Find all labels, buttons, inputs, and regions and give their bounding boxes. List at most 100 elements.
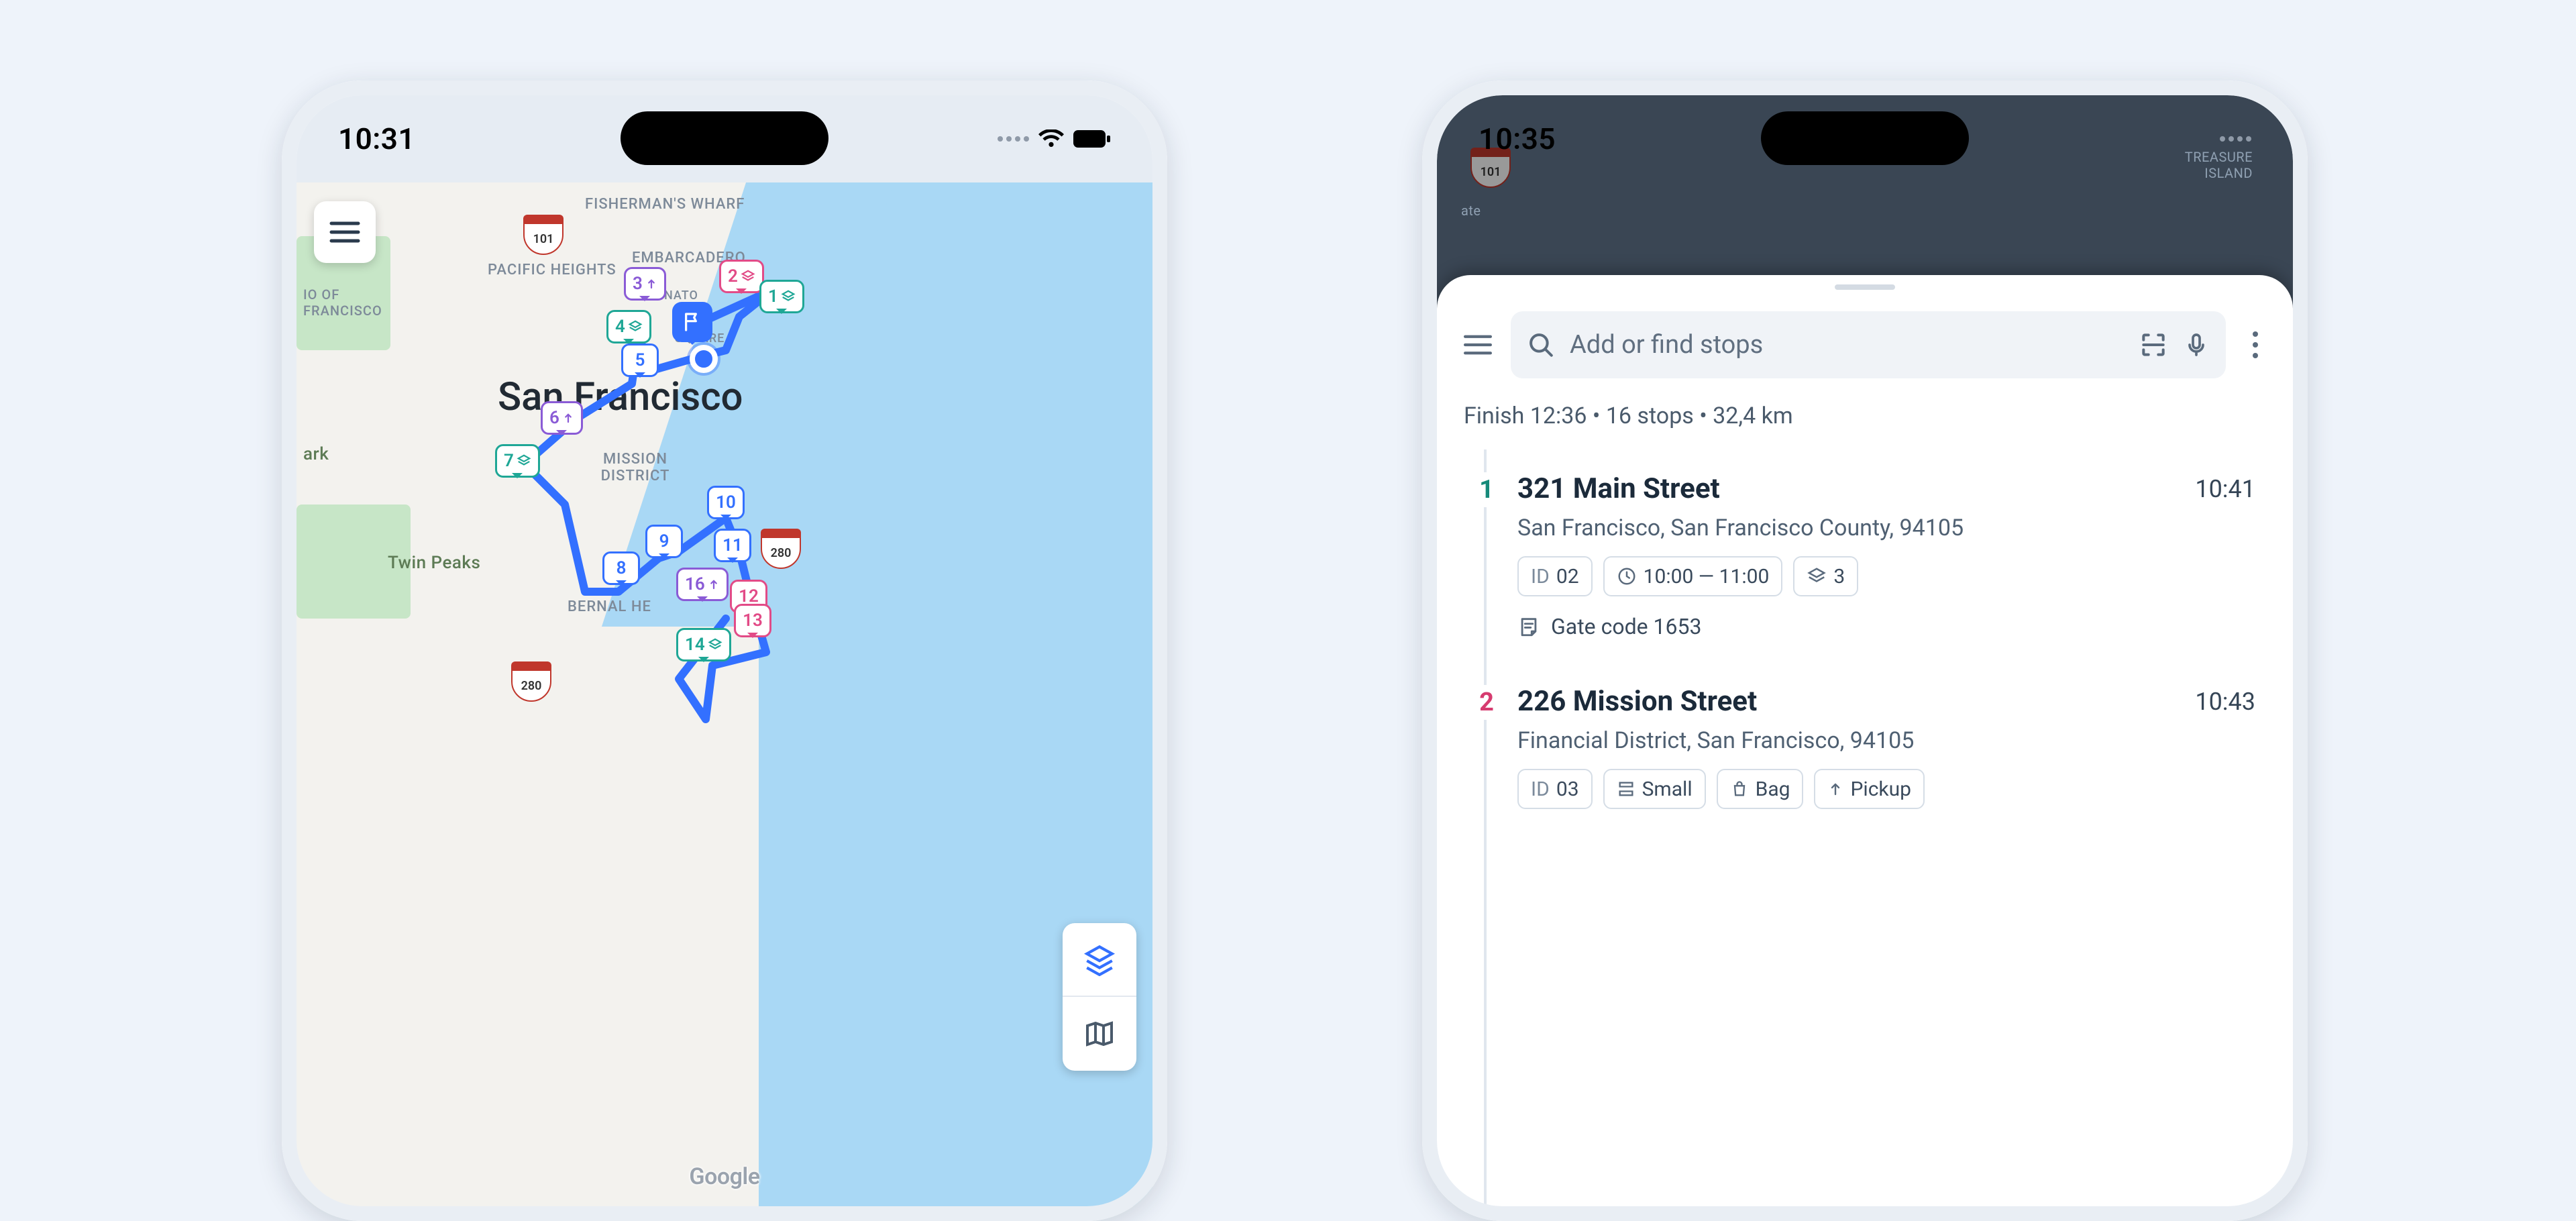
faint-label: ate — [1461, 203, 1481, 219]
pin-number: 8 — [616, 558, 627, 578]
map-pin-5[interactable]: 5 — [621, 343, 659, 377]
stop-number: 1 — [1472, 472, 1501, 507]
arrow-up-icon — [1827, 780, 1843, 798]
stop-note: Gate code 1653 — [1517, 614, 2253, 639]
layers-icon — [781, 289, 796, 304]
more-vertical-icon — [2251, 330, 2259, 360]
layers-icon — [517, 454, 531, 468]
map-pin-11[interactable]: 11 — [714, 529, 751, 562]
stops-list[interactable]: 1 321 Main Street10:41 San Francisco, San … — [1437, 449, 2293, 832]
chip-stack: 3 — [1793, 556, 1858, 596]
map-icon — [1083, 1018, 1116, 1050]
map-canvas[interactable]: FISHERMAN'S WHARF EMBARCADERO PACIFIC HE… — [297, 182, 1152, 1206]
scan-icon — [2139, 330, 2168, 360]
layers-button[interactable] — [1063, 923, 1136, 997]
search-icon — [1527, 331, 1555, 359]
chip-pickup: Pickup — [1814, 769, 1925, 809]
pin-number: 16 — [685, 574, 705, 594]
pin-number: 11 — [722, 535, 743, 555]
size-icon — [1617, 780, 1635, 798]
search-input[interactable]: Add or find stops — [1511, 311, 2226, 378]
stop-address: San Francisco, San Francisco County, 941… — [1517, 515, 2253, 541]
pin-number: 5 — [635, 350, 645, 370]
map-pin-9[interactable]: 9 — [645, 525, 683, 558]
stop-eta: 10:43 — [2195, 688, 2255, 716]
stop-address: Financial District, San Francisco, 94105 — [1517, 727, 2253, 754]
map-pin-16[interactable]: 16 — [676, 568, 729, 601]
pin-number: 9 — [659, 531, 669, 551]
chip-row: ID0210:00 — 11:003 — [1517, 556, 2253, 596]
map-pin-14[interactable]: 14 — [676, 628, 731, 661]
hood-label: IO OF FRANCISCO — [303, 286, 382, 319]
device-notch — [1761, 111, 1969, 165]
layers-icon — [1807, 566, 1827, 586]
route-summary: Finish 12:36 • 16 stops • 32,4 km — [1464, 403, 1793, 429]
pin-number: 10 — [716, 492, 736, 513]
drag-handle[interactable] — [1835, 284, 1895, 290]
hamburger-icon — [1463, 333, 1493, 356]
menu-button[interactable] — [1457, 333, 1499, 356]
search-row: Add or find stops — [1437, 305, 2293, 385]
stop-title: 321 Main Street — [1517, 472, 2253, 505]
device-notch — [621, 111, 828, 165]
battery-icon — [1073, 130, 1111, 148]
map-type-button[interactable] — [1063, 997, 1136, 1071]
status-time: 10:31 — [338, 121, 415, 156]
hood-label: FISHERMAN'S WHARF — [585, 196, 745, 213]
bottom-sheet: Add or find stops Finish 12:36 • 16 stop… — [1437, 275, 2293, 1221]
search-placeholder: Add or find stops — [1570, 330, 1763, 360]
phone-list-screen: TREASURE ISLAND ate 101 10:35 Add or fin… — [1422, 81, 2308, 1221]
layers-icon — [741, 269, 755, 284]
scan-button[interactable] — [2139, 330, 2168, 360]
cell-dots-icon — [2220, 136, 2251, 142]
map-pin-1[interactable]: 1 — [759, 280, 804, 313]
map-pin-13[interactable]: 13 — [734, 604, 771, 637]
hood-label: NATO — [664, 288, 698, 303]
voice-button[interactable] — [2183, 330, 2210, 360]
chip-size: Small — [1603, 769, 1706, 809]
map-pin-6[interactable]: 6 — [541, 401, 583, 435]
chip-bag: Bag — [1717, 769, 1804, 809]
pin-number: 7 — [504, 451, 514, 471]
hood-label: MISSION DISTRICT — [585, 451, 686, 484]
arrow-up-icon — [645, 277, 657, 290]
bag-icon — [1730, 779, 1749, 799]
map-tools — [1063, 923, 1136, 1071]
wifi-icon — [1038, 129, 1064, 148]
pin-number: 2 — [728, 266, 738, 286]
mic-icon — [2183, 330, 2210, 360]
map-pin-10[interactable]: 10 — [707, 486, 745, 519]
map-pin-8[interactable]: 8 — [602, 551, 640, 585]
hood-label: Twin Peaks — [388, 553, 480, 573]
menu-button[interactable] — [314, 201, 376, 263]
stop-item[interactable]: 2226 Mission Street10:43Financial Distri… — [1437, 662, 2293, 832]
map-pin-7[interactable]: 7 — [495, 444, 540, 478]
phone-map-screen: 10:31 FISHERMAN'S WHARF EMBARCADERO PACI… — [282, 81, 1167, 1221]
google-watermark: Google — [689, 1163, 759, 1190]
map-pin-2[interactable]: 2 — [719, 260, 764, 293]
chip-row: ID03Small BagPickup — [1517, 769, 2253, 809]
start-flag-pin[interactable] — [672, 302, 712, 342]
pin-number: 14 — [685, 635, 705, 655]
city-label: San Francisco — [498, 374, 743, 420]
hood-label: ark — [303, 444, 329, 464]
pin-number: 4 — [615, 317, 625, 337]
chip-id: ID03 — [1517, 769, 1593, 809]
overflow-menu-button[interactable] — [2238, 330, 2273, 360]
note-icon — [1517, 615, 1540, 638]
map-pin-4[interactable]: 4 — [606, 310, 651, 343]
layers-icon — [1083, 943, 1116, 976]
map-pin-3[interactable]: 3 — [624, 267, 666, 301]
status-time: 10:35 — [1479, 121, 1556, 156]
stop-number: 2 — [1472, 685, 1501, 720]
arrow-up-icon — [562, 411, 574, 425]
chip-time: 10:00 — 11:00 — [1603, 556, 1783, 596]
hood-label: PACIFIC HEIGHTS — [488, 262, 616, 278]
stop-item[interactable]: 1 321 Main Street10:41 San Francisco, San … — [1437, 449, 2293, 662]
layers-icon — [628, 319, 643, 334]
pin-number: 1 — [768, 286, 778, 307]
stop-eta: 10:41 — [2195, 475, 2255, 503]
cell-dots-icon — [998, 136, 1029, 142]
clock-icon — [1617, 566, 1637, 586]
hood-label: BERNAL HE — [568, 598, 651, 615]
